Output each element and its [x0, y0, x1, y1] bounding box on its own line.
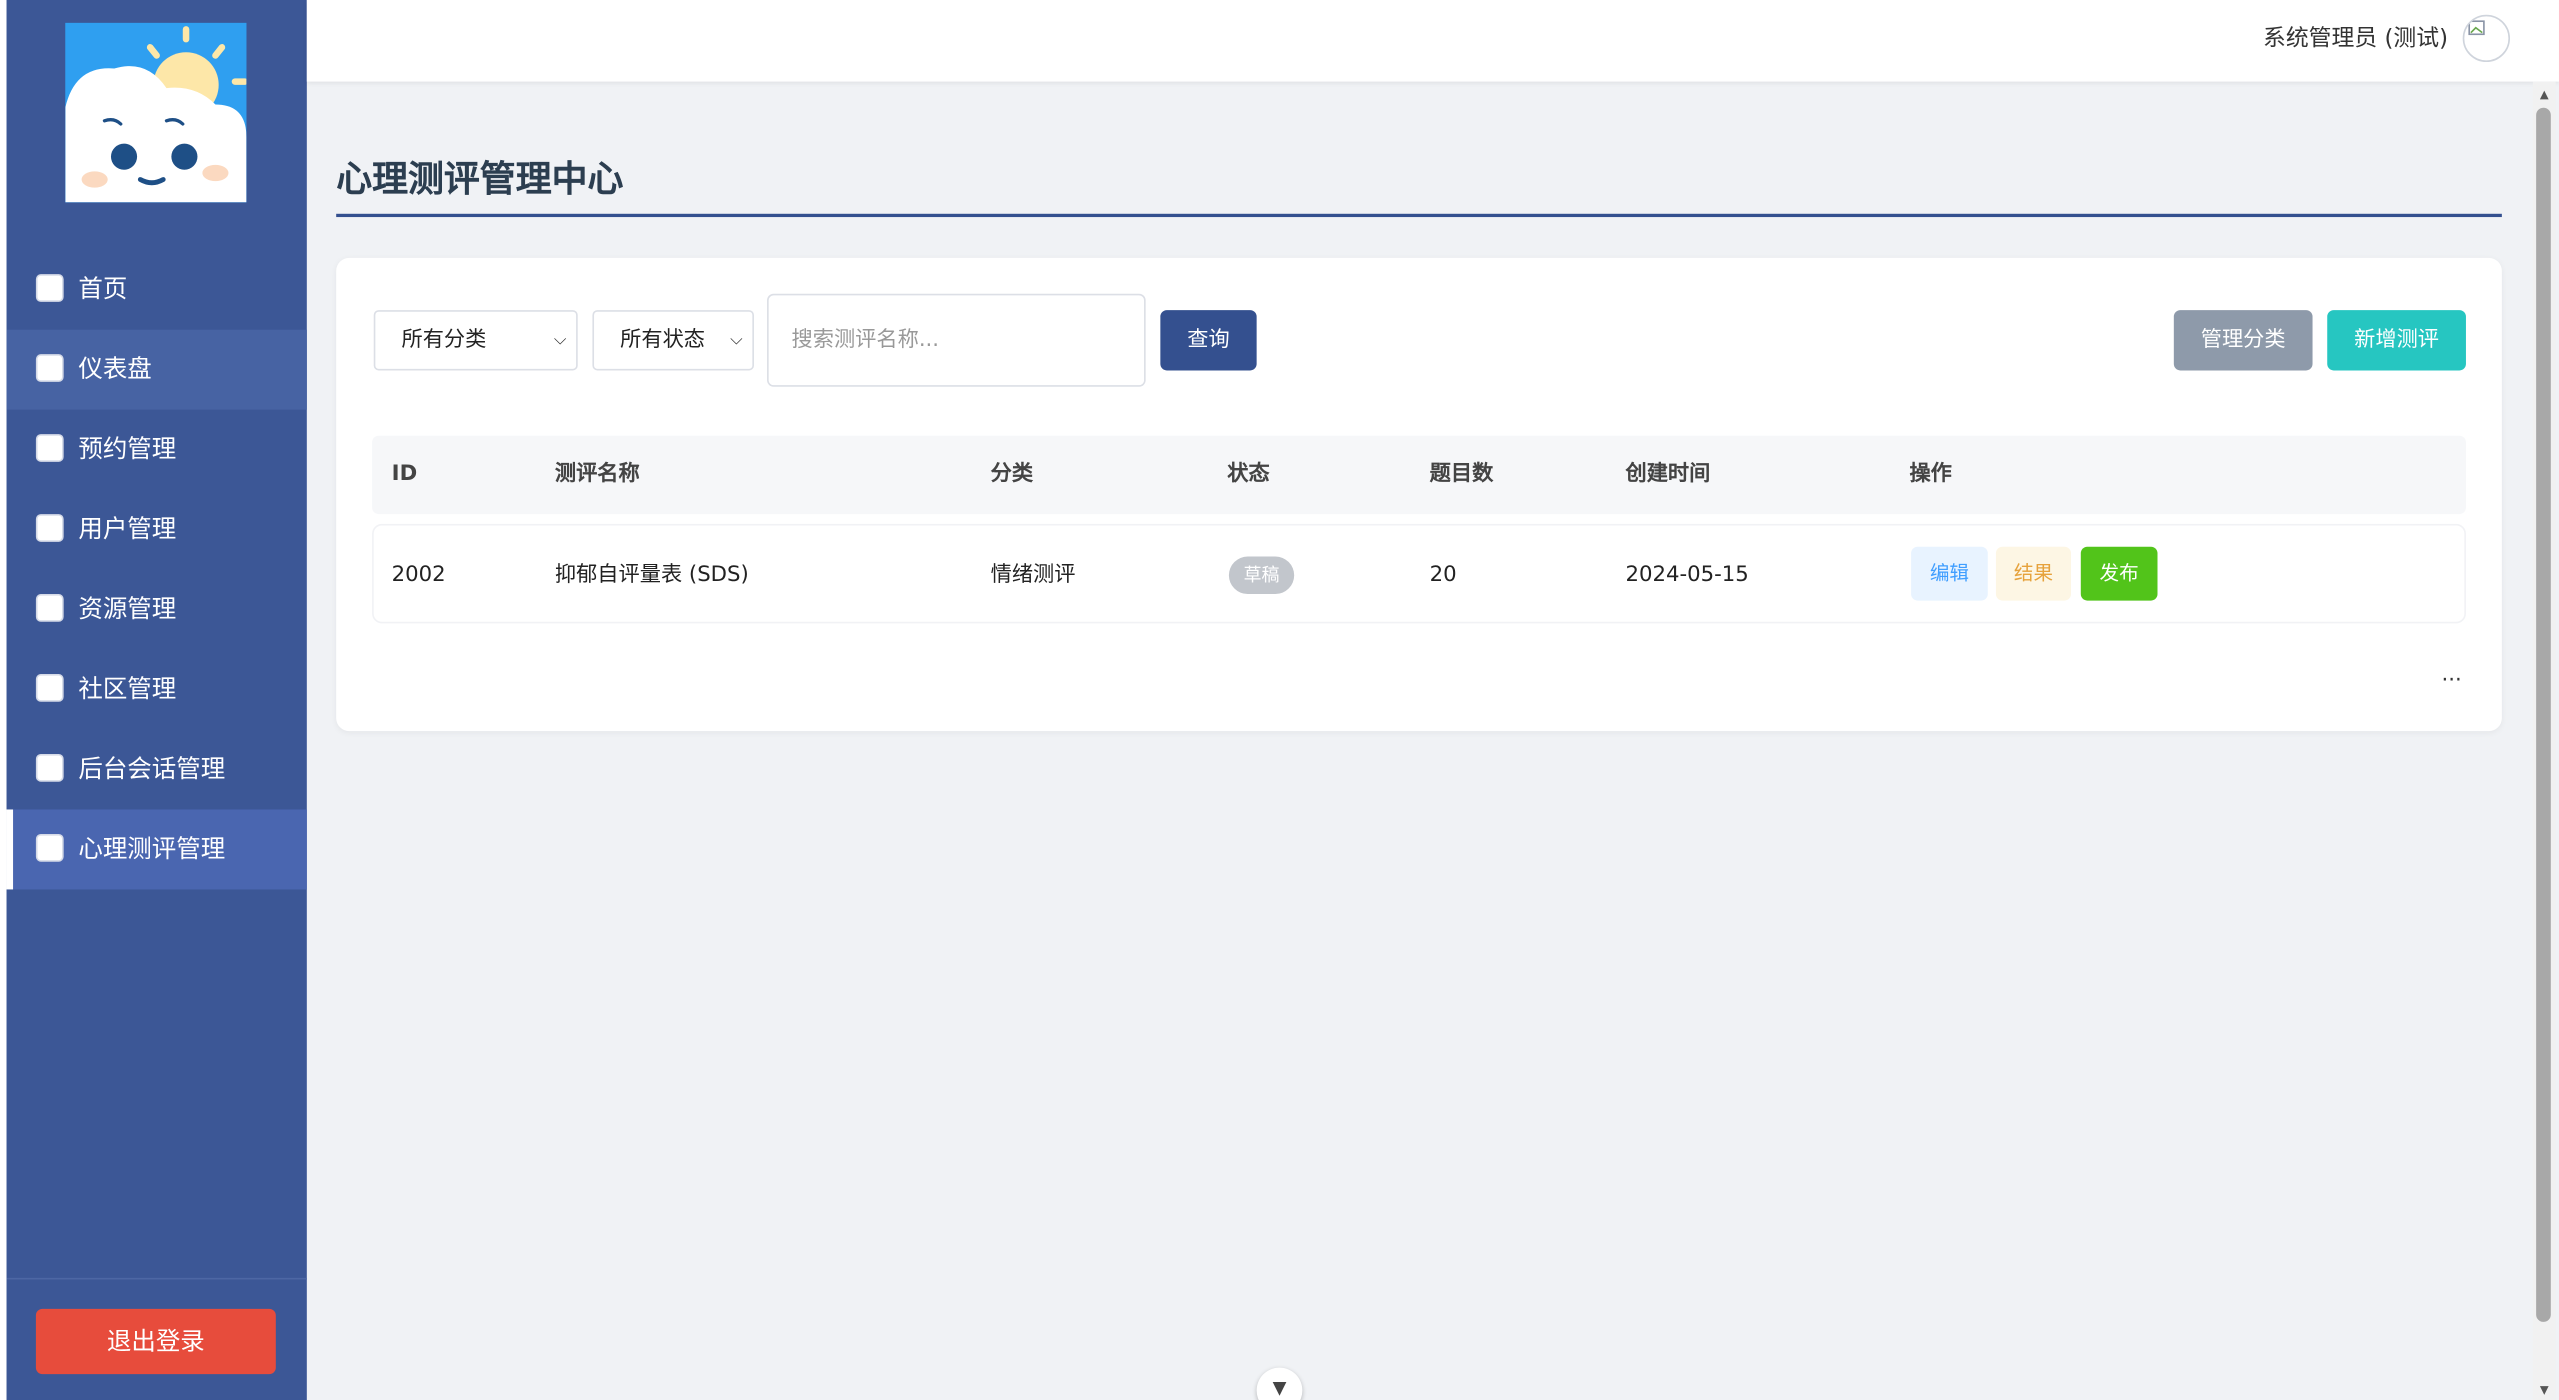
- broken-image-icon: [2468, 20, 2485, 36]
- query-button[interactable]: 查询: [1160, 310, 1257, 371]
- column-header-actions: 操作: [1909, 461, 1952, 487]
- pagination-more[interactable]: ...: [2441, 663, 2461, 687]
- manage-categories-button[interactable]: 管理分类: [2173, 310, 2313, 371]
- sidebar-divider: [6, 1277, 307, 1280]
- checkbox-icon: [35, 833, 64, 862]
- sidebar-item-users[interactable]: 用户管理: [7, 490, 307, 570]
- cell-questions: 20: [1429, 563, 1457, 588]
- sidebar-item-home[interactable]: 首页: [7, 250, 307, 330]
- sidebar-item-resources[interactable]: 资源管理: [7, 570, 307, 650]
- add-assessment-button[interactable]: 新增测评: [2327, 310, 2466, 371]
- sidebar-item-label: 仪表盘: [78, 354, 152, 384]
- search-placeholder: 搜索测评名称...: [791, 328, 940, 353]
- sidebar-item-label: 用户管理: [78, 514, 177, 544]
- sidebar-item-label: 后台会话管理: [78, 753, 226, 784]
- cell-created: 2024-05-15: [1625, 563, 1749, 588]
- table-header: ID 测评名称 分类 状态 题目数 创建时间 操作: [372, 435, 2466, 515]
- scrollbar-thumb[interactable]: [2536, 107, 2551, 1322]
- category-select-value: 所有分类: [401, 328, 487, 353]
- page-title: 心理测评管理中心: [336, 159, 624, 201]
- table-row: 2002 抑郁自评量表 (SDS) 情绪测评 草稿 20 2024-05-15 …: [372, 523, 2466, 624]
- sidebar-item-sessions[interactable]: 后台会话管理: [7, 730, 307, 810]
- sidebar-item-community[interactable]: 社区管理: [7, 650, 307, 730]
- status-badge: 草稿: [1228, 556, 1295, 595]
- checkbox-icon: [35, 274, 64, 302]
- column-header-id: ID: [391, 461, 418, 487]
- sidebar-item-label: 资源管理: [78, 594, 177, 624]
- sidebar-item-label: 心理测评管理: [78, 833, 226, 864]
- chevron-down-icon[interactable]: ▼: [1256, 1367, 1303, 1400]
- assessment-card: 所有分类 ⌵ 所有状态 ⌵ 搜索测评名称... 查询 管理分类 新增测评 ID …: [336, 257, 2502, 732]
- status-select[interactable]: 所有状态 ⌵: [592, 310, 754, 371]
- sidebar-item-label: 首页: [78, 274, 128, 304]
- column-header-created: 创建时间: [1625, 461, 1711, 487]
- top-bar: 系统管理员 (测试): [306, 0, 2559, 82]
- chevron-down-icon: ⌵: [553, 331, 567, 350]
- cell-id: 2002: [391, 563, 446, 588]
- sidebar-item-assessments[interactable]: 心理测评管理: [6, 809, 307, 890]
- search-input[interactable]: 搜索测评名称...: [767, 293, 1146, 387]
- edit-button[interactable]: 编辑: [1911, 546, 1988, 601]
- column-header-questions: 题目数: [1429, 461, 1494, 487]
- checkbox-icon: [35, 514, 64, 542]
- sidebar-item-dashboard[interactable]: 仪表盘: [6, 329, 307, 410]
- scroll-up-icon[interactable]: ▲: [2534, 88, 2554, 101]
- checkbox-icon: [35, 434, 64, 462]
- sidebar-item-label: 预约管理: [78, 434, 177, 464]
- publish-button[interactable]: 发布: [2080, 546, 2158, 601]
- column-header-status: 状态: [1227, 461, 1270, 487]
- checkbox-icon: [35, 753, 64, 782]
- cloud-sun-mascot-icon: [65, 22, 247, 203]
- checkbox-icon: [35, 594, 64, 622]
- avatar-icon[interactable]: [2462, 14, 2511, 63]
- results-button[interactable]: 结果: [1995, 546, 2072, 601]
- cell-name: 抑郁自评量表 (SDS): [554, 563, 749, 588]
- status-select-value: 所有状态: [620, 328, 706, 353]
- cell-category: 情绪测评: [990, 563, 1076, 588]
- scroll-down-icon[interactable]: ▼: [2534, 1384, 2554, 1397]
- column-header-name: 测评名称: [554, 461, 640, 487]
- checkbox-icon: [35, 354, 64, 382]
- app-logo: [65, 22, 247, 203]
- category-select[interactable]: 所有分类 ⌵: [373, 310, 578, 371]
- app-window: 首页 仪表盘 预约管理 用户管理 资源管理 社区管理 后台会话管理 心理测评管理…: [0, 0, 2559, 1400]
- sidebar-item-appointments[interactable]: 预约管理: [7, 410, 307, 490]
- user-name: 系统管理员 (测试): [2262, 26, 2448, 53]
- title-underline: [336, 213, 2502, 218]
- chevron-down-icon: ⌵: [730, 331, 743, 350]
- sidebar-item-label: 社区管理: [78, 674, 177, 704]
- column-header-category: 分类: [990, 461, 1034, 487]
- sidebar: 首页 仪表盘 预约管理 用户管理 资源管理 社区管理 后台会话管理 心理测评管理…: [6, 0, 307, 1400]
- checkbox-icon: [35, 674, 64, 702]
- logout-button[interactable]: 退出登录: [35, 1308, 276, 1375]
